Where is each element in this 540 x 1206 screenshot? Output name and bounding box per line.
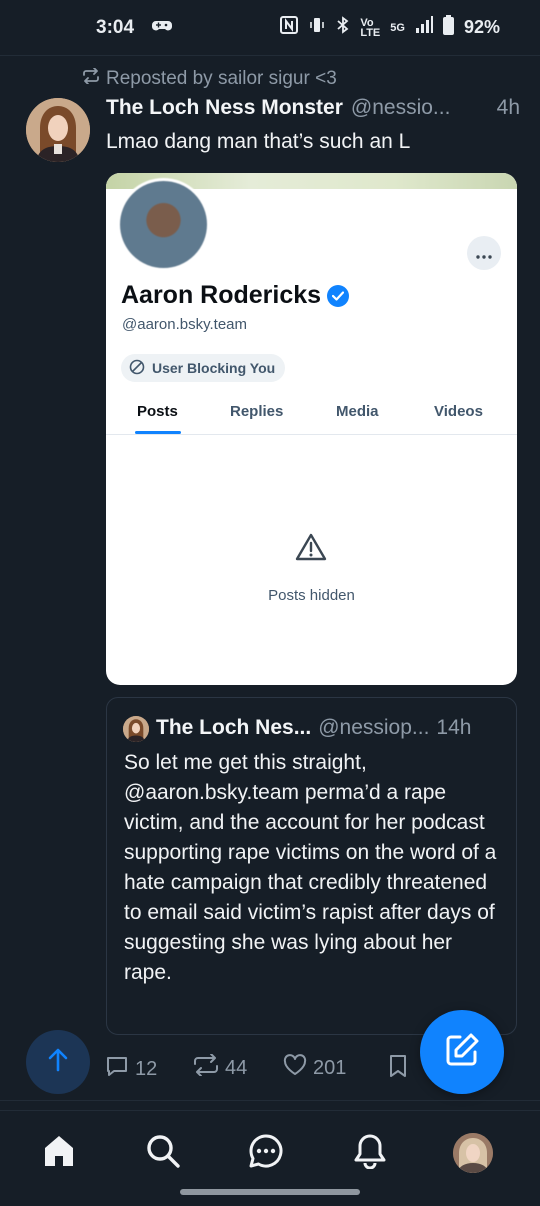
repost-action-icon [193, 1053, 219, 1082]
post-time[interactable]: 4h [497, 96, 520, 120]
quote-time: 14h [436, 716, 472, 739]
volte-bottom: LTE [360, 26, 381, 39]
quoted-post[interactable]: The Loch Nes... @nessiop... 14h So let m… [106, 697, 517, 1035]
nav-home[interactable] [39, 1133, 79, 1173]
nfc-icon [280, 16, 299, 39]
tab-replies: Replies [230, 403, 284, 420]
compose-button[interactable] [420, 1010, 504, 1094]
volte-indicator: Vo LTE [360, 17, 381, 39]
repost-label: Reposted by sailor sigur <3 [106, 68, 337, 89]
quote-author-handle: @nessiop... [318, 716, 430, 739]
repost-icon [82, 67, 100, 90]
bluetooth-icon [336, 16, 350, 39]
author-handle[interactable]: @nessio... [351, 96, 489, 120]
status-bar: 3:04 Vo LTE 5G 92% [0, 0, 540, 56]
embedded-image[interactable]: Aaron Rodericks @aaron.bsky.team User Bl… [106, 173, 517, 685]
profile-handle: @aaron.bsky.team [122, 316, 248, 333]
post-text: Lmao dang man that’s such an L [106, 130, 411, 153]
status-time: 3:04 [96, 16, 135, 38]
bookmark-icon [388, 1054, 408, 1084]
verified-badge-icon [327, 284, 350, 307]
compose-icon [444, 1032, 480, 1073]
tab-videos: Videos [434, 403, 483, 420]
bell-icon [352, 1133, 388, 1174]
signal-icon [415, 16, 433, 39]
home-icon [41, 1133, 77, 1174]
scroll-to-top-button[interactable] [26, 1030, 90, 1094]
posts-hidden-label: Posts hidden [268, 587, 355, 604]
nav-profile[interactable] [453, 1133, 493, 1173]
nav-chat[interactable] [246, 1133, 286, 1173]
blocking-label: User Blocking You [152, 360, 276, 376]
profile-name: Aaron Rodericks [121, 281, 322, 309]
quote-text: So let me get this straight, @aaron.bsky… [124, 751, 497, 984]
like-button[interactable]: 201 [283, 1054, 346, 1082]
network-type: 5G [390, 21, 405, 34]
search-icon [145, 1133, 181, 1174]
tab-media: Media [336, 403, 379, 420]
profile-tabs: Posts Replies Media Videos [106, 393, 517, 435]
repost-indicator[interactable]: Reposted by sailor sigur <3 [82, 66, 337, 92]
nav-notifications[interactable] [350, 1133, 390, 1173]
more-options-button [467, 236, 501, 270]
feed-divider [0, 1100, 540, 1101]
reply-count: 12 [135, 1057, 158, 1080]
chat-icon [248, 1133, 284, 1174]
profile-avatar [117, 178, 210, 271]
arrow-up-icon [47, 1048, 69, 1077]
repost-count: 44 [225, 1056, 248, 1079]
profile-name-row: Aaron Rodericks [121, 281, 350, 310]
tab-posts: Posts [137, 403, 178, 420]
active-tab-indicator [135, 431, 181, 434]
nav-search[interactable] [143, 1133, 183, 1173]
battery-percent: 92% [463, 17, 500, 37]
post-header: The Loch Ness Monster @nessio... 4h [106, 96, 520, 124]
author-avatar[interactable] [26, 98, 90, 162]
vibrate-icon [308, 16, 326, 39]
reply-icon [105, 1054, 129, 1084]
heart-icon [283, 1054, 307, 1082]
blocking-status-chip: User Blocking You [121, 354, 286, 382]
profile-avatar-nav [453, 1133, 493, 1173]
game-controller-icon [152, 17, 173, 39]
repost-button[interactable]: 44 [193, 1053, 248, 1082]
like-count: 201 [313, 1056, 347, 1079]
warning-icon [295, 532, 327, 562]
battery-icon [442, 15, 454, 40]
author-name[interactable]: The Loch Ness Monster [106, 96, 343, 120]
home-indicator [180, 1189, 360, 1195]
bookmark-button[interactable] [388, 1054, 408, 1084]
quote-author-avatar [123, 716, 149, 742]
block-icon [129, 359, 145, 378]
reply-button[interactable]: 12 [105, 1054, 157, 1084]
quote-header: The Loch Nes... @nessiop... 14h [123, 716, 507, 742]
ellipsis-icon [476, 243, 492, 264]
quote-author-name: The Loch Nes... [156, 716, 312, 739]
